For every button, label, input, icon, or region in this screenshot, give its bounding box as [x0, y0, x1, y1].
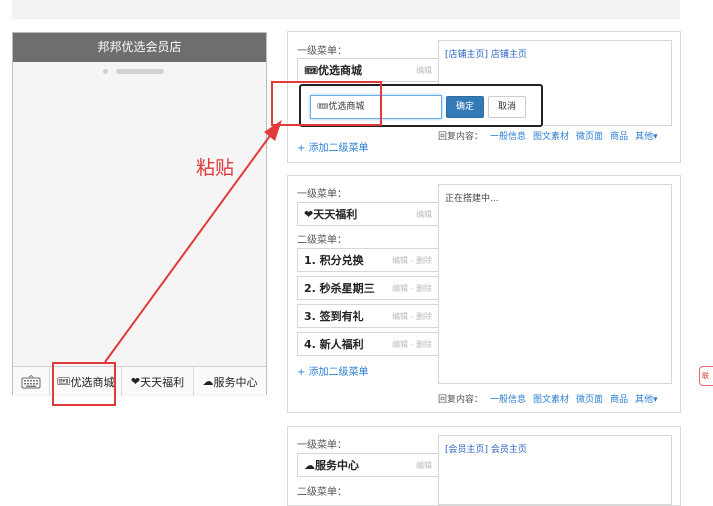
- reply-content-text: 正在搭建中...: [445, 194, 499, 204]
- second-level-item[interactable]: 1. 积分兑换 编辑 - 删除: [297, 248, 439, 272]
- reply-content-box[interactable]: 正在搭建中...: [438, 184, 672, 384]
- gift-icon: 🎟: [304, 64, 318, 77]
- phone-body: [13, 62, 266, 396]
- menu-name: 天天福利: [313, 208, 358, 221]
- add-second-level-link[interactable]: + 添加二级菜单: [297, 139, 369, 154]
- second-level-item[interactable]: 4. 新人福利 编辑 - 删除: [297, 332, 439, 356]
- second-level-item[interactable]: 3. 签到有礼 编辑 - 删除: [297, 304, 439, 328]
- first-level-label: 一级菜单：: [297, 46, 347, 57]
- first-level-menu-item[interactable]: 🎟优选商城 编辑: [297, 58, 439, 82]
- highlight-box-phone-menu: [52, 362, 116, 406]
- edit-delete-links[interactable]: 编辑 - 删除: [392, 311, 432, 322]
- second-level-item-label: 4. 新人福利: [304, 338, 364, 351]
- reply-type-micropage[interactable]: 微页面: [576, 392, 603, 405]
- reply-content-text: [店铺主页] 店铺主页: [445, 50, 527, 60]
- reply-type-media[interactable]: 图文素材: [533, 392, 569, 405]
- reply-type-general[interactable]: 一般信息: [490, 392, 526, 405]
- edit-link[interactable]: 编辑: [416, 209, 432, 220]
- camera-dot: [103, 69, 108, 74]
- second-level-item-label: 3. 签到有礼: [304, 310, 364, 323]
- edit-link[interactable]: 编辑: [416, 460, 432, 471]
- paste-annotation: 粘贴: [196, 157, 235, 179]
- reply-type-other[interactable]: 其他▾: [635, 392, 658, 405]
- first-level-menu-item[interactable]: ❤天天福利 编辑: [297, 202, 439, 226]
- menu-name: 优选商城: [317, 64, 362, 77]
- add-second-level-link[interactable]: + 添加二级菜单: [297, 363, 369, 378]
- menu-name: 服务中心: [315, 459, 359, 472]
- edit-delete-links[interactable]: 编辑 - 删除: [392, 339, 432, 350]
- second-level-item-label: 1. 积分兑换: [304, 254, 364, 267]
- second-level-label: 二级菜单：: [297, 235, 347, 246]
- phone-menu-tiantian[interactable]: ❤ 天天福利: [122, 367, 194, 396]
- first-level-menu-item[interactable]: ☁服务中心 编辑: [297, 453, 439, 477]
- menu-panel-2: 一级菜单： ❤天天福利 编辑 二级菜单： 1. 积分兑换 编辑 - 删除 2. …: [287, 175, 681, 413]
- phone-menu-label: 服务中心: [213, 375, 258, 389]
- service-icon: ☁: [202, 375, 214, 388]
- highlight-box-input: [271, 81, 382, 126]
- reply-type-general[interactable]: 一般信息: [490, 129, 526, 142]
- cancel-button[interactable]: 取消: [488, 96, 526, 118]
- reply-type-media[interactable]: 图文素材: [533, 129, 569, 142]
- menu-panel-3: 一级菜单： ☁服务中心 编辑 二级菜单： [会员主页] 会员主页: [287, 426, 681, 506]
- reply-type-row: 回复内容： 一般信息 图文素材 微页面 商品 其他▾: [438, 129, 658, 142]
- phone-title: 邦邦优选会员店: [13, 33, 266, 62]
- edit-link[interactable]: 编辑: [416, 65, 432, 76]
- keyboard-toggle[interactable]: [13, 367, 50, 396]
- service-icon: ☁: [304, 459, 315, 472]
- first-level-label: 一级菜单：: [297, 440, 347, 451]
- reply-content-box[interactable]: [会员主页] 会员主页: [438, 435, 672, 505]
- reply-type-product[interactable]: 商品: [610, 129, 628, 142]
- confirm-button[interactable]: 确定: [446, 96, 484, 118]
- reply-type-product[interactable]: 商品: [610, 392, 628, 405]
- edit-delete-links[interactable]: 编辑 - 删除: [392, 283, 432, 294]
- second-level-item[interactable]: 2. 秒杀星期三 编辑 - 删除: [297, 276, 439, 300]
- reply-type-micropage[interactable]: 微页面: [576, 129, 603, 142]
- reply-type-row: 回复内容： 一般信息 图文素材 微页面 商品 其他▾: [438, 392, 658, 405]
- keyboard-icon: [21, 374, 41, 388]
- reply-type-other[interactable]: 其他▾: [635, 129, 658, 142]
- reply-label: 回复内容：: [438, 132, 484, 142]
- top-band: [12, 0, 680, 19]
- heart-icon: ❤: [130, 375, 141, 388]
- phone-menu-label: 天天福利: [140, 375, 185, 389]
- second-level-label: 二级菜单：: [297, 487, 347, 498]
- second-level-item-label: 2. 秒杀星期三: [304, 282, 375, 295]
- reply-label: 回复内容：: [438, 395, 484, 405]
- phone-preview: 邦邦优选会员店 🎟 优选商城 ❤ 天天福利 ☁ 服务中心: [12, 32, 267, 396]
- phone-bottom-menu: 🎟 优选商城 ❤ 天天福利 ☁ 服务中心: [13, 366, 266, 396]
- phone-menu-fuwu[interactable]: ☁ 服务中心: [194, 367, 266, 396]
- edit-delete-links[interactable]: 编辑 - 删除: [392, 255, 432, 266]
- speaker-bar: [116, 69, 164, 74]
- first-level-label: 一级菜单：: [297, 189, 347, 200]
- heart-icon: ❤: [304, 208, 314, 221]
- side-tag[interactable]: 联: [699, 366, 713, 386]
- reply-content-text: [会员主页] 会员主页: [445, 445, 527, 455]
